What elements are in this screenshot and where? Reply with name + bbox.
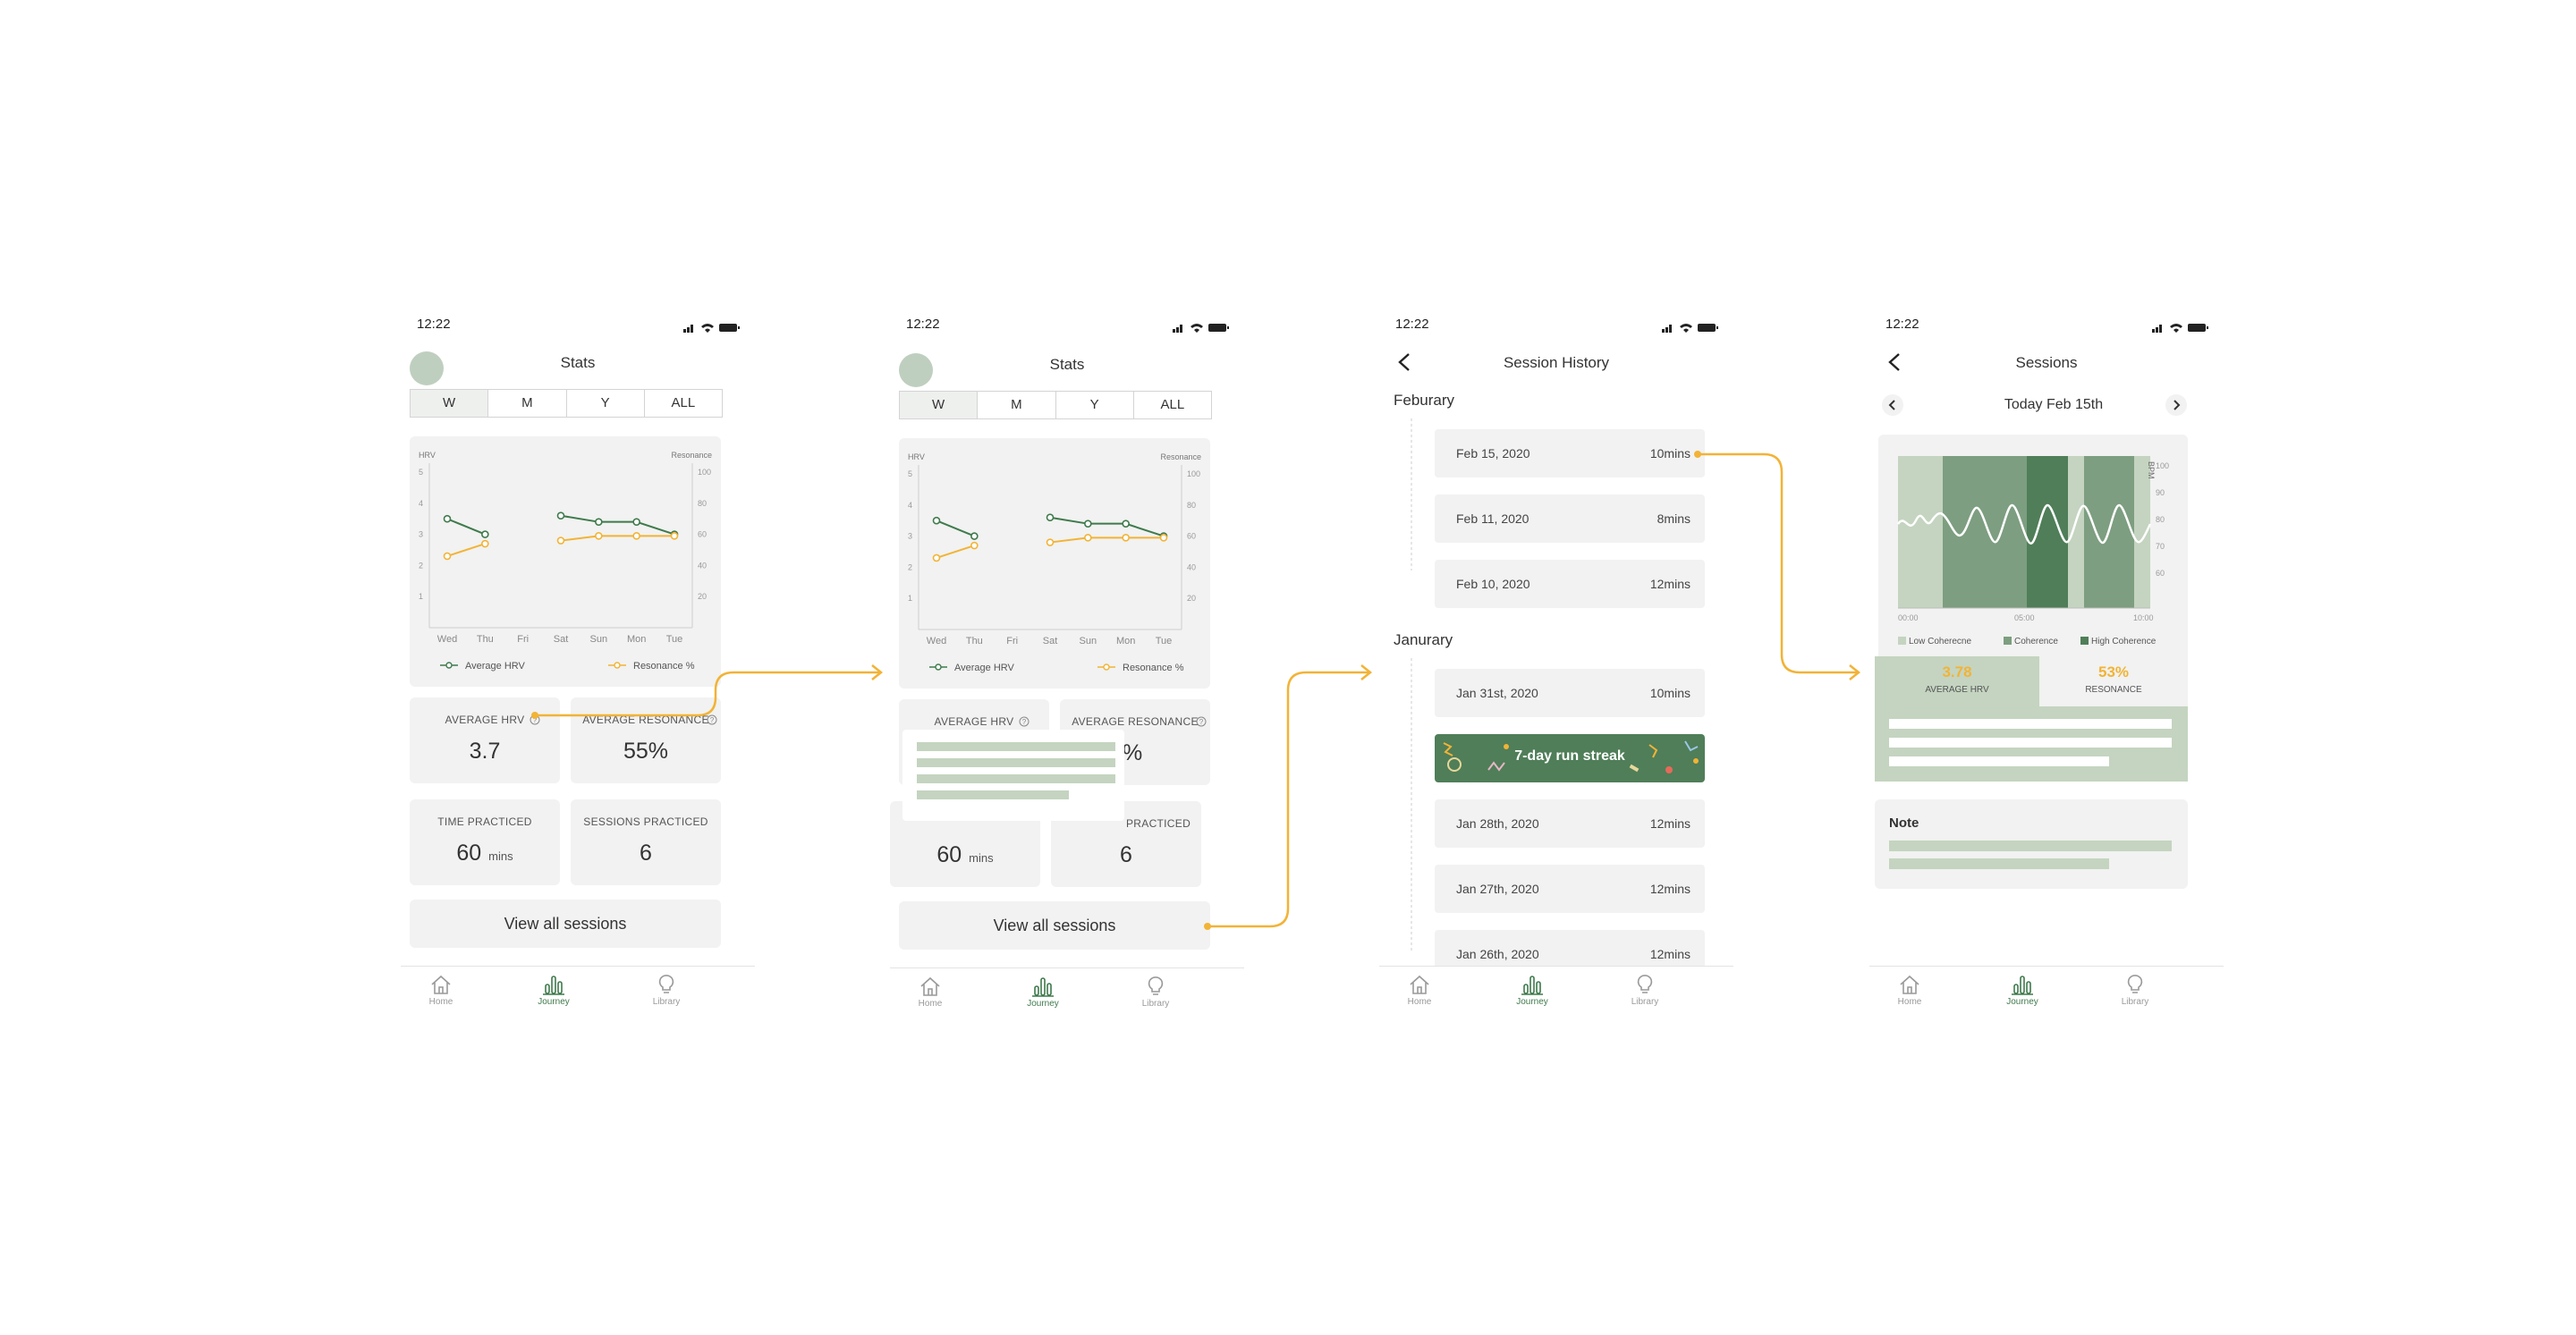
flow-arrow-2 [1208, 671, 1370, 928]
flow-arrow-1 [535, 671, 881, 717]
flow-arrow-3 [1698, 452, 1859, 674]
flow-start-dot [531, 712, 538, 719]
flow-connectors [531, 451, 1861, 930]
flow-start-dot [1204, 923, 1211, 930]
flow-start-dot [1694, 451, 1701, 458]
